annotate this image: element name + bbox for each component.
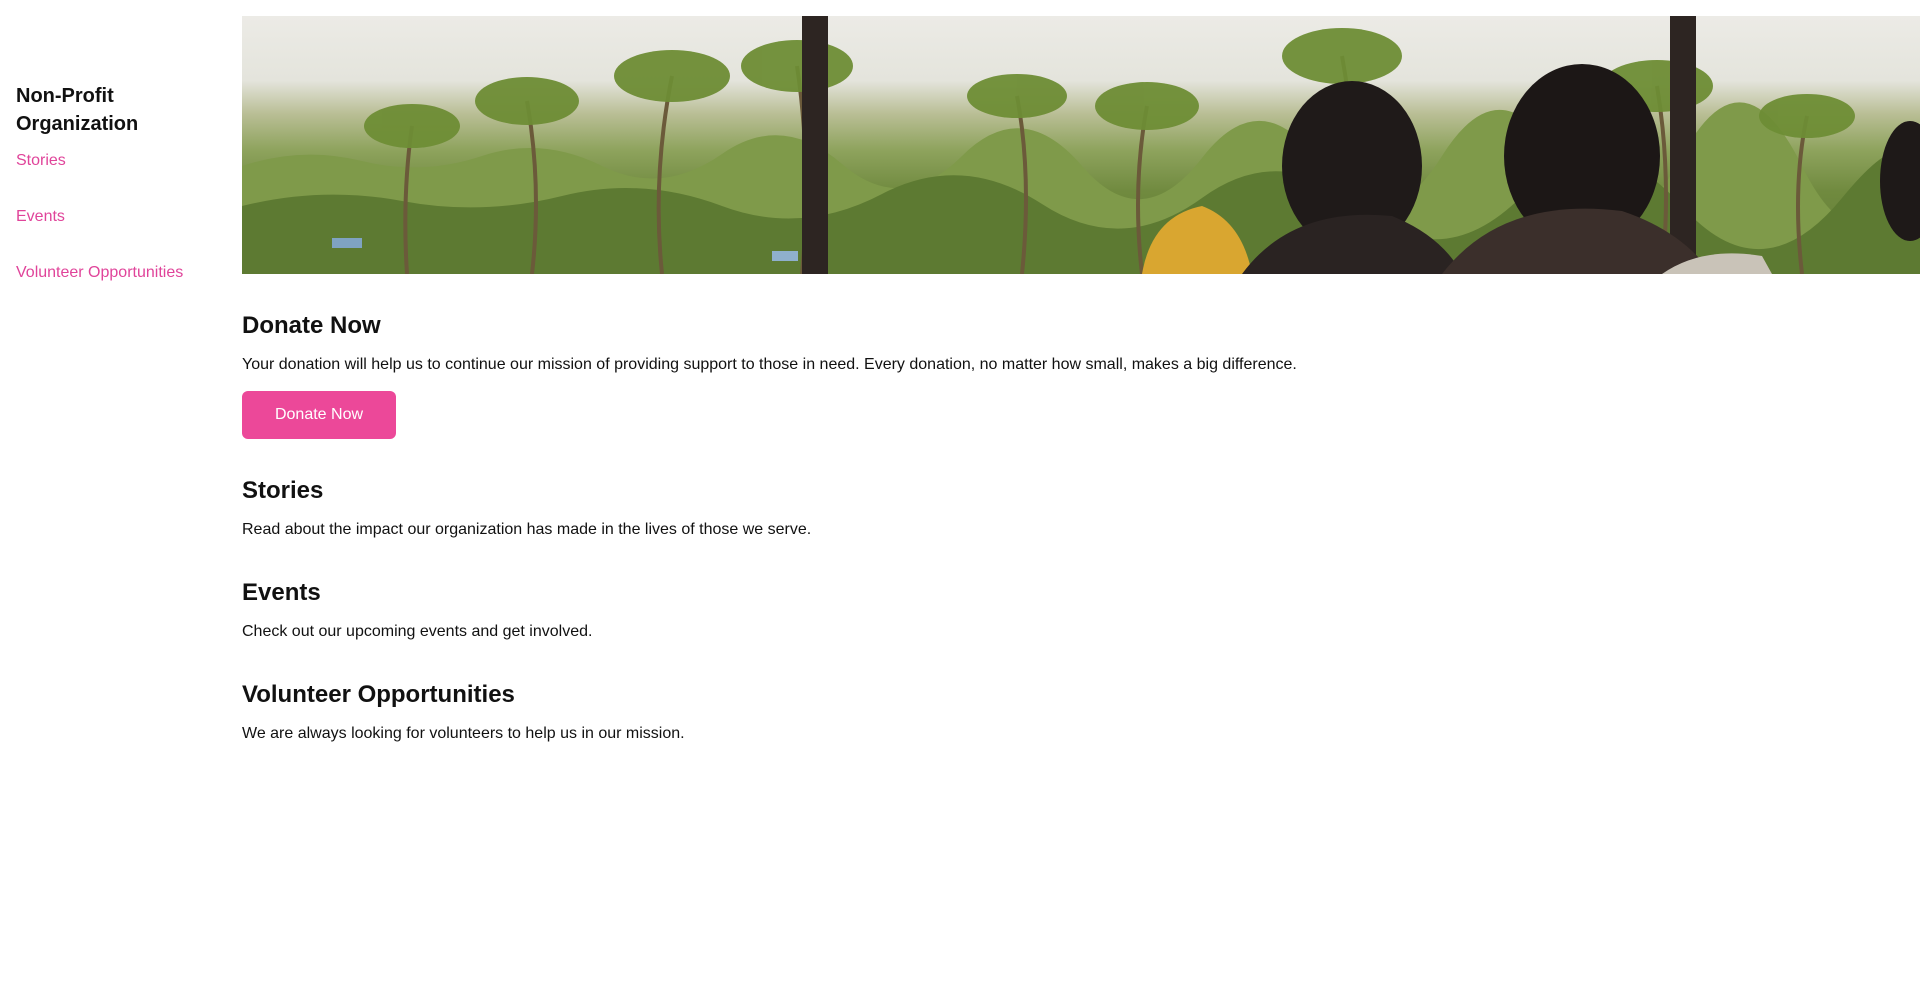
events-heading: Events: [242, 579, 321, 606]
nav-link-stories[interactable]: Stories: [16, 150, 216, 172]
donate-now-button[interactable]: Donate Now: [242, 391, 396, 439]
stories-heading: Stories: [242, 477, 324, 504]
sidebar: Non-Profit Organization Stories Events V…: [16, 82, 216, 318]
donate-heading: Donate Now: [242, 312, 381, 339]
nav-link-events[interactable]: Events: [16, 206, 216, 228]
nav-link-volunteer-opportunities[interactable]: Volunteer Opportunities: [16, 262, 216, 284]
org-title: Non-Profit Organization: [16, 85, 139, 135]
volunteer-description: We are always looking for volunteers to …: [242, 725, 685, 742]
hero-illustration: [242, 16, 1920, 274]
main-content: Donate Now Your donation will help us to…: [242, 16, 1920, 745]
events-description: Check out our upcoming events and get in…: [242, 623, 593, 640]
volunteer-heading: Volunteer Opportunities: [242, 681, 515, 708]
page: Non-Profit Organization Stories Events V…: [0, 0, 1920, 995]
stories-description: Read about the impact our organization h…: [242, 521, 812, 538]
donate-description: Your donation will help us to continue o…: [242, 356, 1297, 373]
hero-image: [242, 16, 1920, 274]
